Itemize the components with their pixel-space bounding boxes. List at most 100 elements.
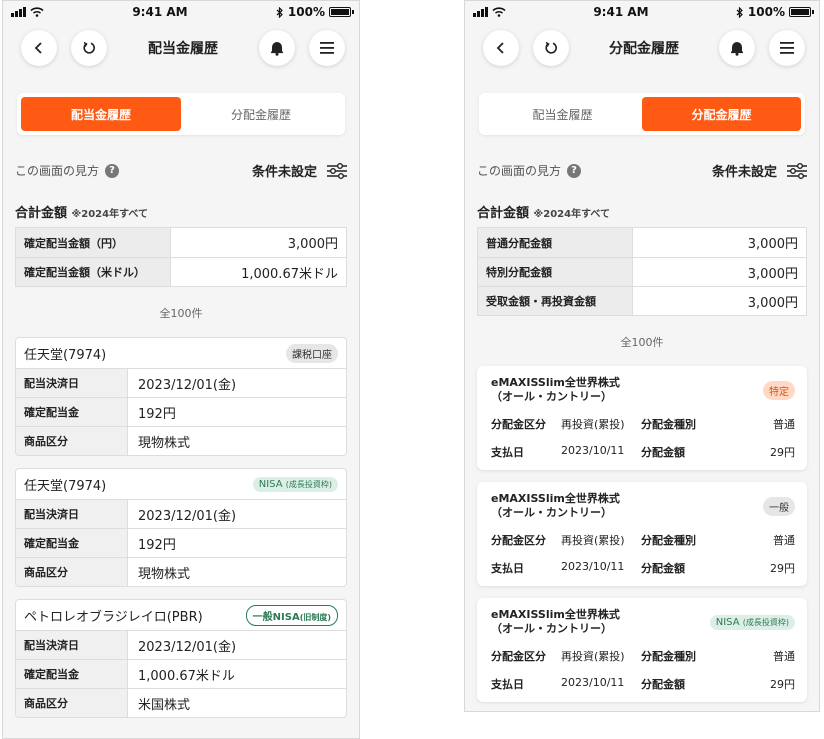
back-button[interactable] — [483, 30, 519, 66]
fund-value: 2023/10/11 — [561, 676, 625, 689]
card-value: 現物株式 — [138, 435, 191, 451]
battery-percent: 100% — [287, 5, 325, 19]
status-bar: 9:41 AM 100% — [465, 1, 819, 23]
notification-button[interactable] — [259, 30, 295, 66]
filter-label: 条件未設定 — [711, 165, 777, 180]
badge-sub: (成長投資枠) — [742, 617, 789, 627]
card-value: 2023/12/01(金) — [138, 508, 237, 524]
result-count: 全100件 — [159, 307, 203, 320]
hamburger-menu-icon — [320, 42, 334, 54]
fund-name-line1: eMAXISSlim全世界株式 — [491, 608, 620, 621]
fund-key: 分配金種別 — [641, 534, 696, 547]
notification-button[interactable] — [719, 30, 755, 66]
nav-bar: 配当金履歴 — [3, 23, 359, 73]
wifi-icon — [30, 7, 44, 17]
fund-key: 分配金額 — [641, 678, 685, 691]
bell-icon — [271, 42, 283, 56]
fund-name: eMAXISSlim全世界株式 （オール・カントリー） — [491, 608, 620, 636]
filter-button[interactable]: 条件未設定 — [712, 161, 807, 180]
menu-button[interactable] — [769, 30, 805, 66]
back-button[interactable] — [21, 30, 57, 66]
tab-distribution-history[interactable]: 分配金履歴 — [181, 97, 341, 131]
page-title: 配当金履歴 — [148, 41, 218, 57]
total-title: 合計金額 — [15, 206, 68, 221]
chevron-left-icon — [34, 42, 42, 54]
card-label: 配当決済日 — [16, 631, 128, 659]
fund-value: 29円 — [770, 446, 795, 459]
fund-value: 再投資(累投) — [561, 534, 625, 547]
signal-wifi-group — [11, 7, 44, 17]
stock-name: ペトロレオブラジレイロ(PBR) — [24, 609, 203, 625]
card-value: 2023/12/01(金) — [138, 377, 237, 393]
card-value: 192円 — [138, 537, 176, 553]
summary-label: 確定配当金額（円） — [16, 228, 171, 257]
dividend-card[interactable]: 任天堂(7974) 課税口座 配当決済日 2023/12/01(金) 確定配当金 19… — [15, 337, 347, 456]
fund-key: 分配金区分 — [491, 534, 546, 547]
tab-distribution-history[interactable]: 分配金履歴 — [642, 97, 801, 131]
badge-main: NISA — [715, 616, 740, 628]
fund-card[interactable]: eMAXISSlim全世界株式 （オール・カントリー） 一般 分配金区分 再投資(累投… — [477, 482, 807, 586]
card-value: 米国株式 — [138, 697, 191, 713]
total-title: 合計金額 — [477, 206, 530, 221]
tab-dividend-history[interactable]: 配当金履歴 — [483, 97, 642, 131]
summary-label: 受取金額・再投資金額 — [478, 287, 633, 315]
fund-name: eMAXISSlim全世界株式 （オール・カントリー） — [491, 492, 620, 520]
signal-wifi-group — [473, 7, 506, 17]
filter-button[interactable]: 条件未設定 — [252, 161, 347, 180]
fund-value: 29円 — [770, 678, 795, 691]
signal-icon — [473, 7, 488, 17]
tab-dividend-history[interactable]: 配当金履歴 — [21, 97, 181, 131]
status-bar: 9:41 AM 100% — [3, 1, 359, 23]
bluetooth-icon — [276, 6, 283, 18]
bell-icon — [731, 42, 743, 56]
refresh-button[interactable] — [533, 30, 569, 66]
fund-name: eMAXISSlim全世界株式 （オール・カントリー） — [491, 376, 620, 404]
refresh-button[interactable] — [71, 30, 107, 66]
status-time: 9:41 AM — [132, 5, 188, 19]
fund-value: 2023/10/11 — [561, 560, 625, 573]
badge-main: 一般NISA — [252, 611, 300, 623]
filter-label: 条件未設定 — [251, 165, 317, 180]
fund-value: 普通 — [773, 418, 795, 431]
account-badge: 一般 — [763, 496, 795, 516]
fund-card[interactable]: eMAXISSlim全世界株式 （オール・カントリー） 特定 分配金区分 再投資(累投… — [477, 366, 807, 470]
fund-value: 再投資(累投) — [561, 418, 625, 431]
dividend-card[interactable]: 任天堂(7974) NISA (成長投資枠) 配当決済日 2023/12/01(金)… — [15, 468, 347, 587]
howto-link[interactable]: この画面の見方? — [477, 162, 582, 179]
dividend-card[interactable]: ペトロレオブラジレイロ(PBR) 一般NISA(旧制度) 配当決済日 2023/12… — [15, 599, 347, 718]
result-count: 全100件 — [620, 336, 664, 349]
summary-label: 確定配当金額（米ドル） — [16, 258, 171, 286]
summary-label: 普通分配金額 — [478, 228, 633, 257]
summary-label: 特別分配金額 — [478, 258, 633, 286]
menu-button[interactable] — [309, 30, 345, 66]
battery-icon — [789, 7, 814, 17]
badge-sub: (成長投資枠) — [285, 479, 332, 489]
summary-value: 3,000円 — [747, 237, 798, 252]
fund-key: 分配金種別 — [641, 418, 696, 431]
phone-distribution-history: 9:41 AM 100% 分配金履歴 配当金履歴 分配金履歴 この画面の見方? … — [464, 0, 820, 712]
badge-sub: (旧制度) — [299, 612, 331, 622]
card-value: 現物株式 — [138, 566, 191, 582]
summary-value: 3,000円 — [747, 295, 798, 311]
card-label: 確定配当金 — [16, 398, 128, 426]
howto-link[interactable]: この画面の見方? — [15, 162, 120, 179]
account-badge: NISA (成長投資枠) — [252, 476, 338, 492]
fund-value: 普通 — [773, 650, 795, 663]
filter-sliders-icon — [327, 162, 347, 179]
card-label: 配当決済日 — [16, 369, 128, 397]
fund-key: 分配金区分 — [491, 418, 546, 431]
summary-value: 3,000円 — [747, 266, 798, 282]
fund-key: 支払日 — [491, 446, 524, 459]
howto-label: この画面の見方 — [15, 164, 100, 178]
question-icon: ? — [567, 163, 582, 178]
card-label: 商品区分 — [16, 689, 128, 717]
badge-main: NISA — [258, 478, 283, 490]
card-label: 確定配当金 — [16, 660, 128, 688]
stock-name: 任天堂(7974) — [24, 347, 107, 363]
wifi-icon — [492, 7, 506, 17]
summary-row: 確定配当金額（円） 3,000円 — [16, 228, 346, 257]
chevron-left-icon — [496, 42, 504, 54]
fund-value: 再投資(累投) — [561, 650, 625, 663]
fund-card[interactable]: eMAXISSlim全世界株式 （オール・カントリー） NISA (成長投資枠) 分… — [477, 598, 807, 702]
card-label: 配当決済日 — [16, 500, 128, 528]
